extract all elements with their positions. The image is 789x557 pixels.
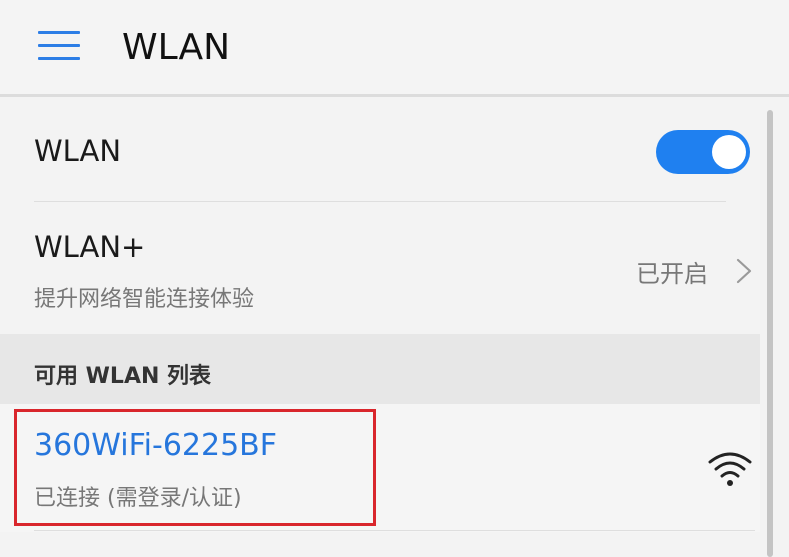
wlan-toggle-switch[interactable]: [656, 130, 750, 174]
available-wlan-header: 可用 WLAN 列表: [0, 334, 760, 404]
wlan-plus-subtitle: 提升网络智能连接体验: [34, 287, 255, 312]
app-bar: WLAN: [0, 0, 789, 97]
menu-icon[interactable]: [38, 31, 80, 61]
scrollbar[interactable]: [765, 110, 775, 557]
section-header-label: 可用 WLAN 列表: [34, 364, 212, 389]
wlan-toggle-row[interactable]: WLAN: [0, 100, 760, 202]
wlan-toggle-label: WLAN: [34, 134, 122, 168]
network-ssid: 360WiFi-6225BF: [34, 428, 278, 463]
wlan-settings-screen: WLAN WLAN WLAN+ 提升网络智能连接体验 已开启 可用 WLAN 列…: [0, 0, 789, 557]
wlan-plus-row[interactable]: WLAN+ 提升网络智能连接体验 已开启: [0, 202, 760, 334]
chevron-right-icon: [736, 258, 752, 284]
page-title: WLAN: [122, 27, 231, 68]
network-status: 已连接 (需登录/认证): [34, 486, 242, 511]
wifi-signal-icon: [708, 452, 752, 486]
toggle-knob: [712, 135, 746, 169]
scrollbar-thumb[interactable]: [767, 110, 773, 557]
wlan-plus-status: 已开启: [636, 260, 708, 288]
wlan-plus-title: WLAN+: [34, 230, 146, 264]
network-list-item[interactable]: 360WiFi-6225BF 已连接 (需登录/认证): [0, 404, 760, 532]
divider: [34, 530, 755, 531]
